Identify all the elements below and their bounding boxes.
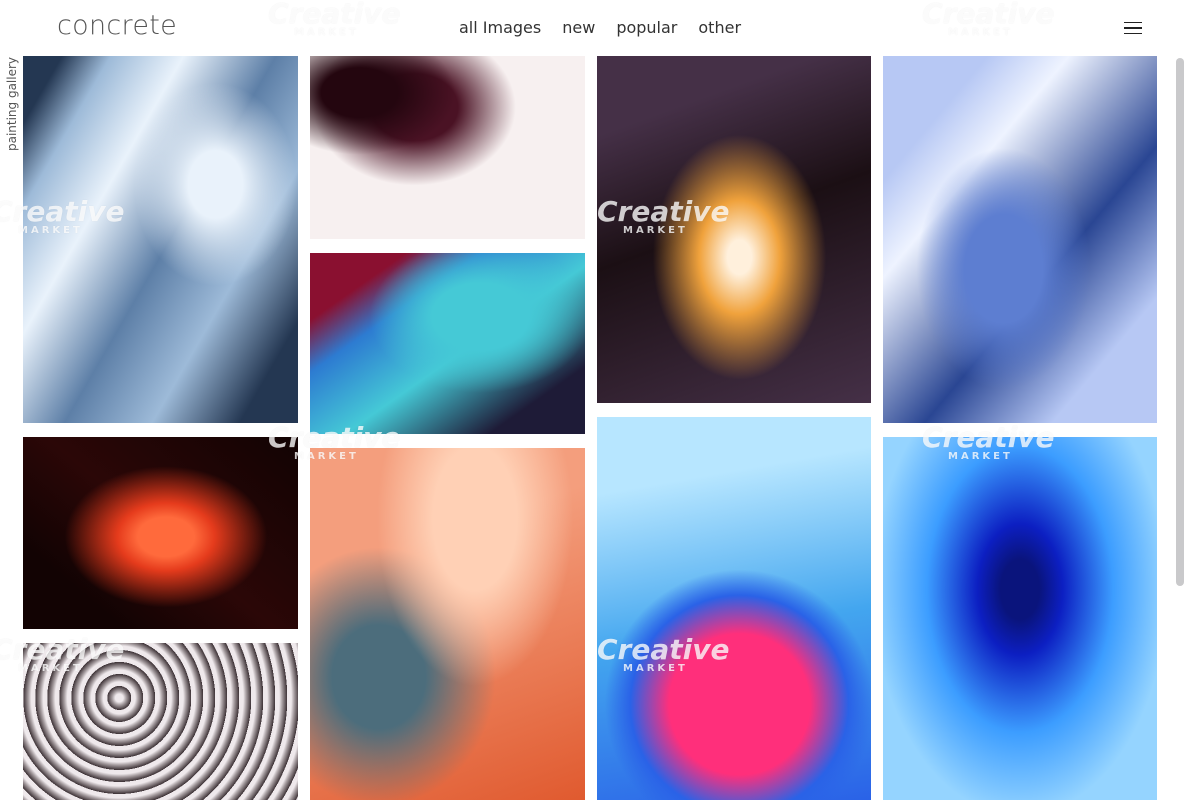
gallery-tile-red-flame-marble[interactable] xyxy=(23,437,298,629)
gallery-tile-blue-vortex-ink[interactable] xyxy=(883,437,1157,800)
gallery-tile-blue-pink-geode[interactable] xyxy=(597,417,871,800)
gallery-tile-blue-marble-ice[interactable] xyxy=(23,56,298,423)
scrollbar[interactable] xyxy=(1173,56,1187,800)
main-navigation: all Images new popular other xyxy=(459,18,741,37)
top-navigation-bar: concrete all Images new popular other xyxy=(0,0,1200,56)
nav-other[interactable]: other xyxy=(698,18,741,37)
scrollbar-thumb[interactable] xyxy=(1176,58,1184,586)
brand-logo[interactable]: concrete xyxy=(57,10,177,41)
sidebar-label-container: painting gallery xyxy=(2,55,24,159)
nav-all-images[interactable]: all Images xyxy=(459,18,541,37)
gallery-tile-pink-orange-clouds[interactable] xyxy=(310,448,585,800)
nav-new[interactable]: new xyxy=(562,18,595,37)
gallery-tile-gold-swirl-dark[interactable] xyxy=(597,56,871,403)
gallery-tile-pink-ink-drops[interactable] xyxy=(310,56,585,239)
gallery-tile-periwinkle-ice-marble[interactable] xyxy=(883,56,1157,423)
gallery-tile-teal-red-marble[interactable] xyxy=(310,253,585,434)
nav-popular[interactable]: popular xyxy=(616,18,677,37)
hamburger-menu-icon[interactable] xyxy=(1120,18,1146,38)
sidebar-label: painting gallery xyxy=(5,56,19,152)
gallery-tile-grey-waves-marble[interactable] xyxy=(23,643,298,800)
